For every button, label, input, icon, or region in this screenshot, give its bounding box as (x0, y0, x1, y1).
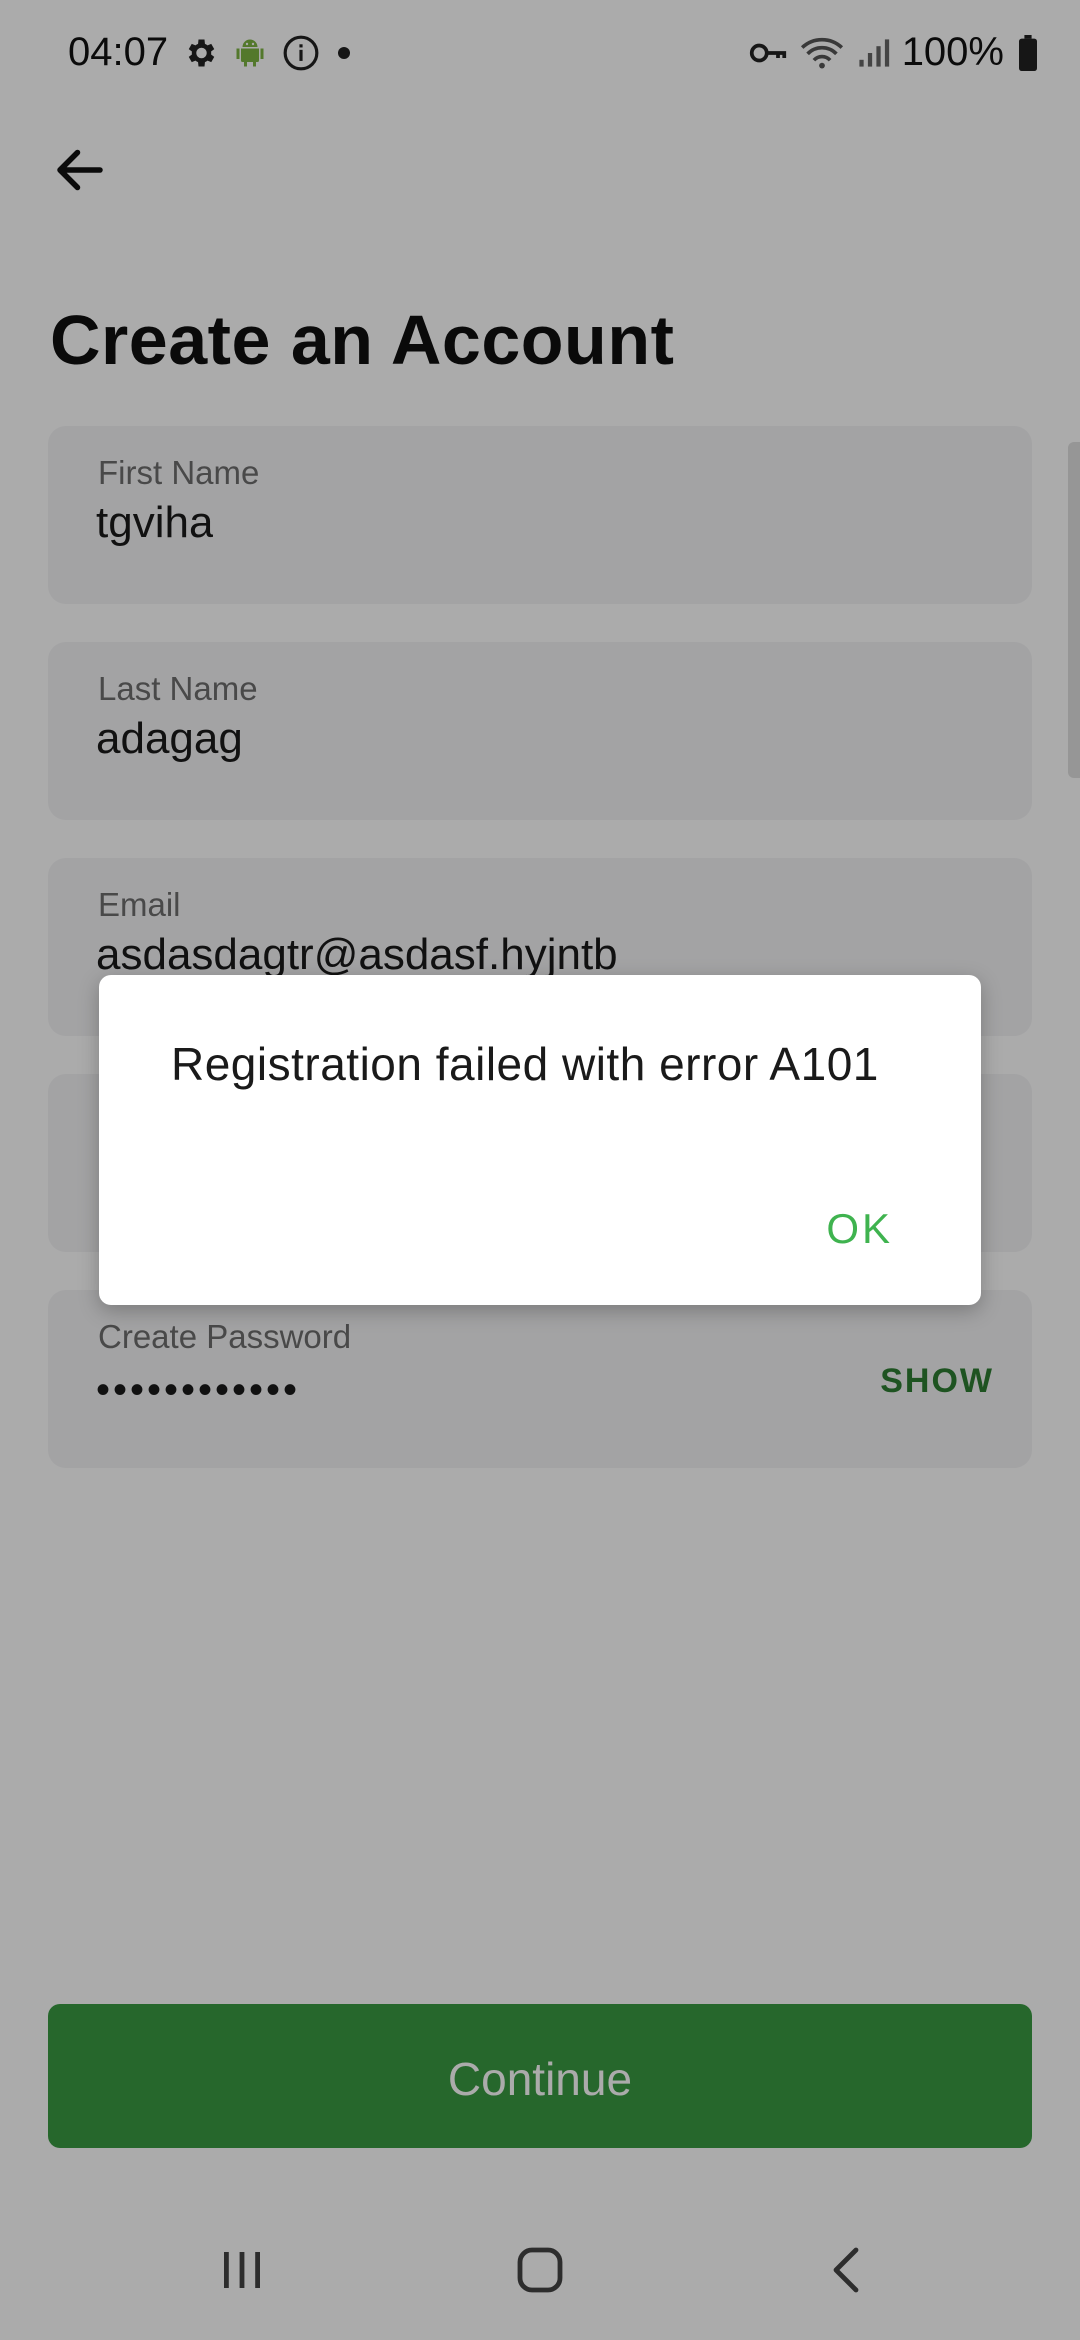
dialog-message: Registration failed with error A101 (171, 1038, 879, 1090)
error-dialog: Registration failed with error A101 OK (99, 975, 981, 1305)
ok-button[interactable]: OK (826, 1205, 893, 1253)
